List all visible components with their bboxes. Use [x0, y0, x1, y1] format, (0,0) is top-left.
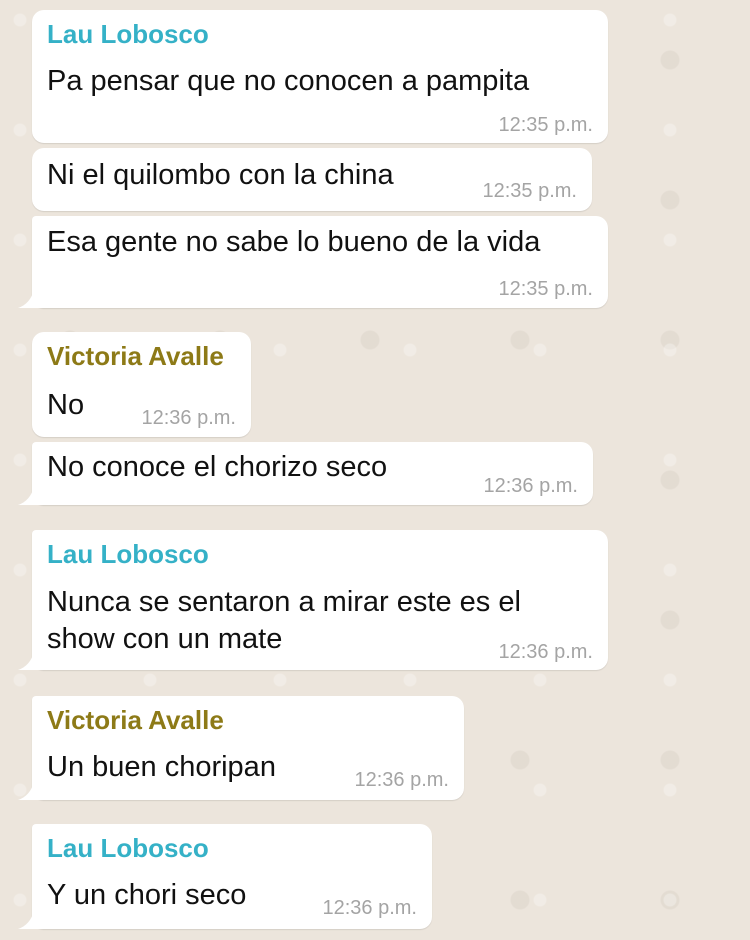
bubble-tail-icon — [18, 911, 44, 929]
message-bubble[interactable]: Victoria Avalle Un buen choripan 12:36 p… — [18, 696, 464, 800]
bubble-tail-icon — [18, 487, 44, 505]
bubble-tail-icon — [18, 290, 44, 308]
message-timestamp: 12:36 p.m. — [483, 475, 578, 497]
sender-name: Lau Lobosco — [47, 539, 209, 569]
message-timestamp: 12:35 p.m. — [498, 114, 593, 136]
message-timestamp: 12:35 p.m. — [482, 180, 577, 202]
message-text: Nunca se sentaron a mirar este es el — [47, 586, 521, 618]
sender-name: Lau Lobosco — [47, 19, 209, 49]
message-text: Un buen choripan — [47, 751, 276, 783]
message-timestamp: 12:35 p.m. — [498, 278, 593, 300]
message-bubble[interactable]: Ni el quilombo con la china 12:35 p.m. — [32, 148, 592, 211]
message-text: Y un chori seco — [47, 879, 247, 911]
chat-message-list[interactable]: Lau Lobosco Pa pensar que no conocen a p… — [0, 0, 750, 940]
message-bubble[interactable]: Esa gente no sabe lo bueno de la vida 12… — [18, 216, 608, 308]
sender-name: Victoria Avalle — [47, 341, 224, 371]
message-timestamp: 12:36 p.m. — [354, 769, 449, 791]
message-text: Ni el quilombo con la china — [47, 159, 394, 191]
sender-name: Lau Lobosco — [47, 833, 209, 863]
message-timestamp: 12:36 p.m. — [141, 407, 236, 429]
bubble-tail-icon — [18, 652, 44, 670]
message-text: No — [47, 389, 85, 421]
message-text: Esa gente no sabe lo bueno de la vida — [47, 226, 541, 258]
message-text: show con un mate — [47, 623, 283, 655]
message-text: No conoce el chorizo seco — [47, 451, 388, 483]
message-text: Pa pensar que no conocen a pampita — [47, 65, 530, 97]
message-bubble[interactable]: No conoce el chorizo seco 12:36 p.m. — [18, 442, 593, 505]
message-timestamp: 12:36 p.m. — [498, 641, 593, 663]
message-bubble[interactable]: Lau Lobosco Pa pensar que no conocen a p… — [32, 10, 608, 143]
message-bubble[interactable]: Victoria Avalle No 12:36 p.m. — [32, 332, 251, 437]
sender-name: Victoria Avalle — [47, 705, 224, 735]
message-timestamp: 12:36 p.m. — [322, 897, 417, 919]
message-bubble[interactable]: Lau Lobosco Y un chori seco 12:36 p.m. — [18, 824, 432, 929]
message-bubble[interactable]: Lau Lobosco Nunca se sentaron a mirar es… — [18, 530, 608, 670]
bubble-tail-icon — [18, 782, 44, 800]
